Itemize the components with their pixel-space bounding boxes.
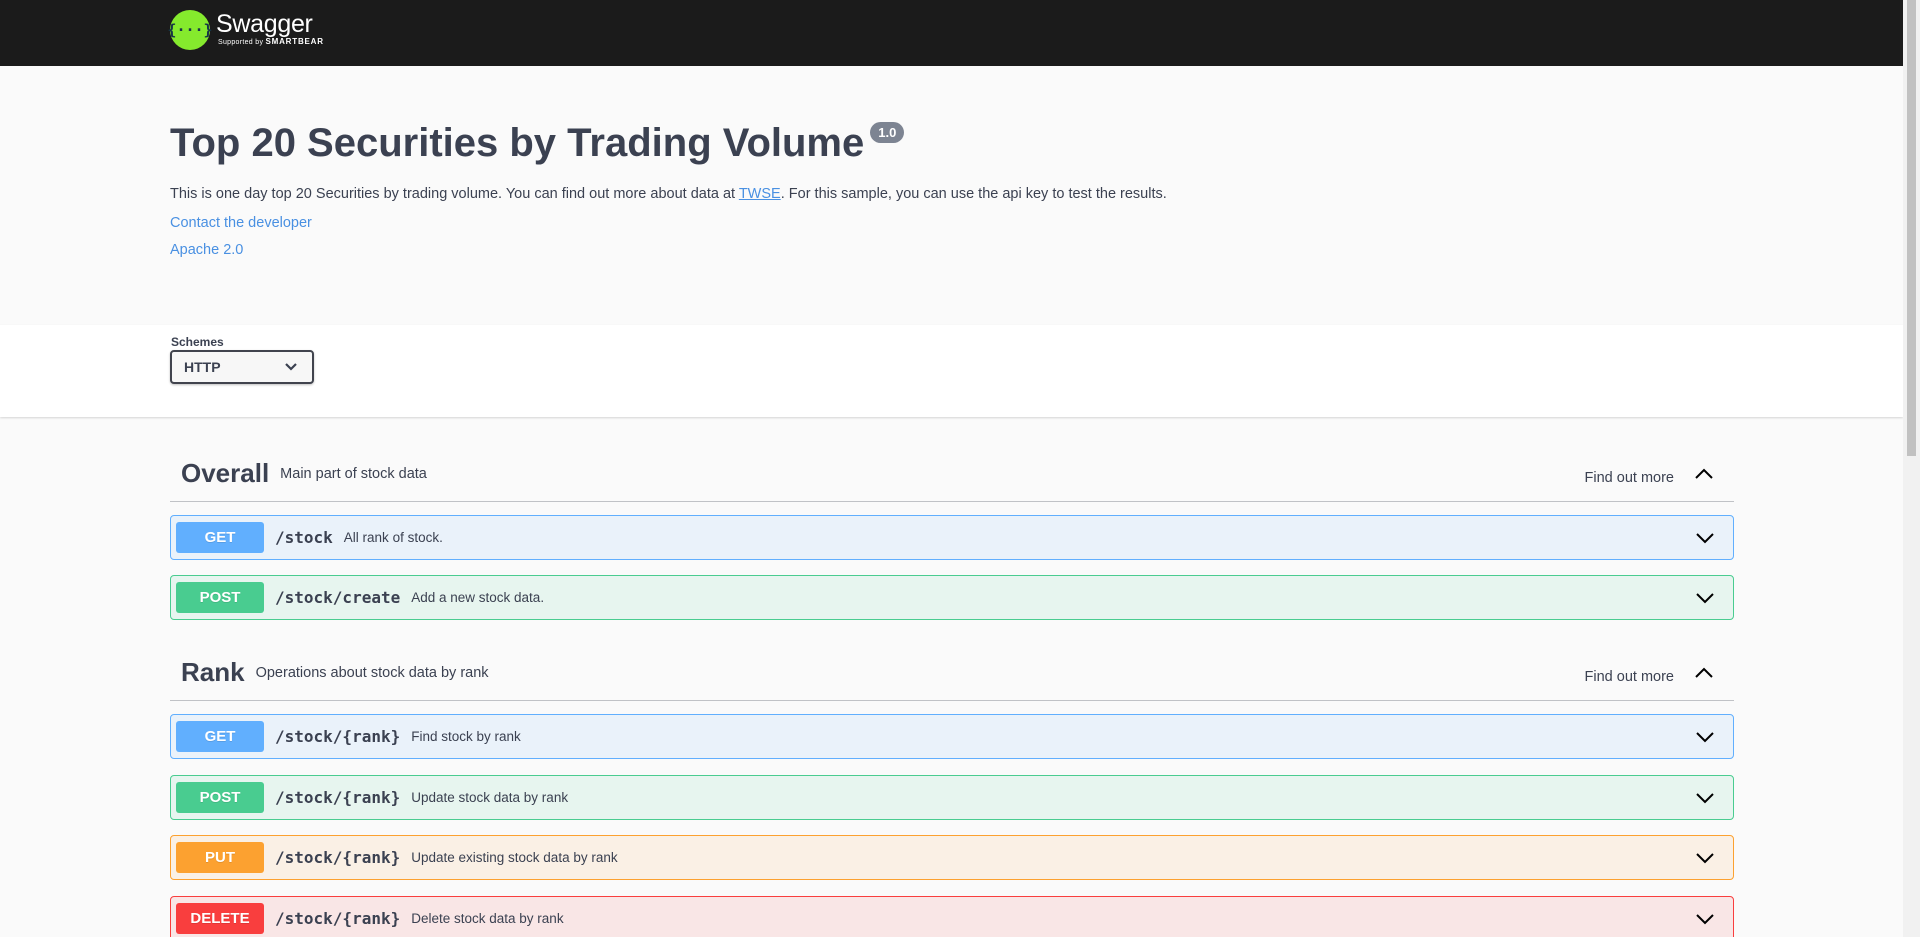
tag-overall[interactable]: Overall Main part of stock data Find out… [170, 446, 1734, 502]
logo-sub-prefix: Supported by [218, 38, 266, 46]
operation-put-stock-rank[interactable]: PUT /stock/{rank} Update existing stock … [170, 835, 1734, 880]
find-out-more-link[interactable]: Find out more [1585, 669, 1674, 685]
chevron-down-icon[interactable] [1695, 848, 1715, 868]
operation-summary: Update existing stock data by rank [411, 850, 618, 865]
method-badge: DELETE [176, 903, 264, 934]
api-description: This is one day top 20 Securities by tra… [170, 184, 1735, 204]
logo-subtitle: Supported by SMARTBEAR [218, 36, 324, 47]
chevron-down-icon[interactable] [1695, 528, 1715, 548]
tag-name: Overall [181, 458, 270, 488]
chevron-down-icon [285, 363, 297, 371]
scheme-container: Schemes HTTP [0, 325, 1903, 417]
method-badge: PUT [176, 842, 264, 873]
operation-path: /stock/{rank} [275, 727, 401, 746]
operation-get-stock[interactable]: GET /stock All rank of stock. [170, 515, 1734, 560]
method-badge: GET [176, 721, 264, 752]
operation-summary: Update stock data by rank [411, 790, 569, 805]
schemes-select[interactable]: HTTP [170, 350, 314, 384]
chevron-down-icon[interactable] [1695, 788, 1715, 808]
chevron-up-icon[interactable] [1694, 663, 1714, 683]
logo-sub-brand: SMARTBEAR [265, 36, 324, 46]
tag-rank[interactable]: Rank Operations about stock data by rank… [170, 645, 1734, 701]
operation-summary: Find stock by rank [411, 729, 521, 744]
contact-developer-link[interactable]: Contact the developer [170, 216, 1735, 231]
api-info: Top 20 Securities by Trading Volume 1.0 … [170, 118, 1735, 258]
page-title: Top 20 Securities by Trading Volume [170, 121, 865, 165]
operation-post-stock-create[interactable]: POST /stock/create Add a new stock data. [170, 575, 1734, 620]
operation-path: /stock/create [275, 588, 401, 607]
operation-path: /stock/{rank} [275, 848, 401, 867]
title-row: Top 20 Securities by Trading Volume 1.0 [170, 118, 1735, 168]
logo-name: Swagger [216, 9, 313, 38]
tag-name: Rank [181, 657, 245, 687]
version-badge: 1.0 [870, 122, 905, 143]
method-badge: GET [176, 522, 264, 553]
operation-summary: All rank of stock. [343, 530, 443, 545]
schemes-selected-value: HTTP [184, 359, 221, 375]
vertical-scrollbar[interactable] [1903, 0, 1920, 937]
chevron-up-icon[interactable] [1694, 464, 1714, 484]
twse-link[interactable]: TWSE [739, 186, 781, 202]
operation-get-stock-rank[interactable]: GET /stock/{rank} Find stock by rank [170, 714, 1734, 759]
desc-text-before: This is one day top 20 Securities by tra… [170, 186, 739, 202]
topbar: {···} Swagger Supported by SMARTBEAR [0, 0, 1903, 66]
find-out-more-link[interactable]: Find out more [1585, 470, 1674, 486]
operation-delete-stock-rank[interactable]: DELETE /stock/{rank} Delete stock data b… [170, 896, 1734, 937]
tag-actions: Find out more [1585, 464, 1734, 486]
tag-actions: Find out more [1585, 663, 1734, 685]
tag-description: Operations about stock data by rank [255, 664, 489, 681]
chevron-down-icon[interactable] [1695, 588, 1715, 608]
operation-path: /stock [275, 528, 333, 547]
schemes-label: Schemes [171, 335, 224, 349]
operation-path: /stock/{rank} [275, 909, 401, 928]
swagger-logo[interactable]: {···} Swagger Supported by SMARTBEAR [167, 10, 324, 50]
chevron-down-icon[interactable] [1695, 909, 1715, 929]
method-badge: POST [176, 582, 264, 613]
license-link[interactable]: Apache 2.0 [170, 243, 1735, 258]
operation-post-stock-rank[interactable]: POST /stock/{rank} Update stock data by … [170, 775, 1734, 820]
operation-summary: Delete stock data by rank [411, 911, 564, 926]
logo-text: Swagger Supported by SMARTBEAR [216, 10, 324, 47]
swagger-logo-icon: {···} [167, 10, 213, 50]
operation-path: /stock/{rank} [275, 788, 401, 807]
chevron-down-icon[interactable] [1695, 727, 1715, 747]
scrollbar-thumb[interactable] [1907, 0, 1916, 456]
tag-description: Main part of stock data [280, 465, 427, 482]
operation-summary: Add a new stock data. [411, 590, 545, 605]
method-badge: POST [176, 782, 264, 813]
desc-text-after: . For this sample, you can use the api k… [780, 186, 1167, 202]
